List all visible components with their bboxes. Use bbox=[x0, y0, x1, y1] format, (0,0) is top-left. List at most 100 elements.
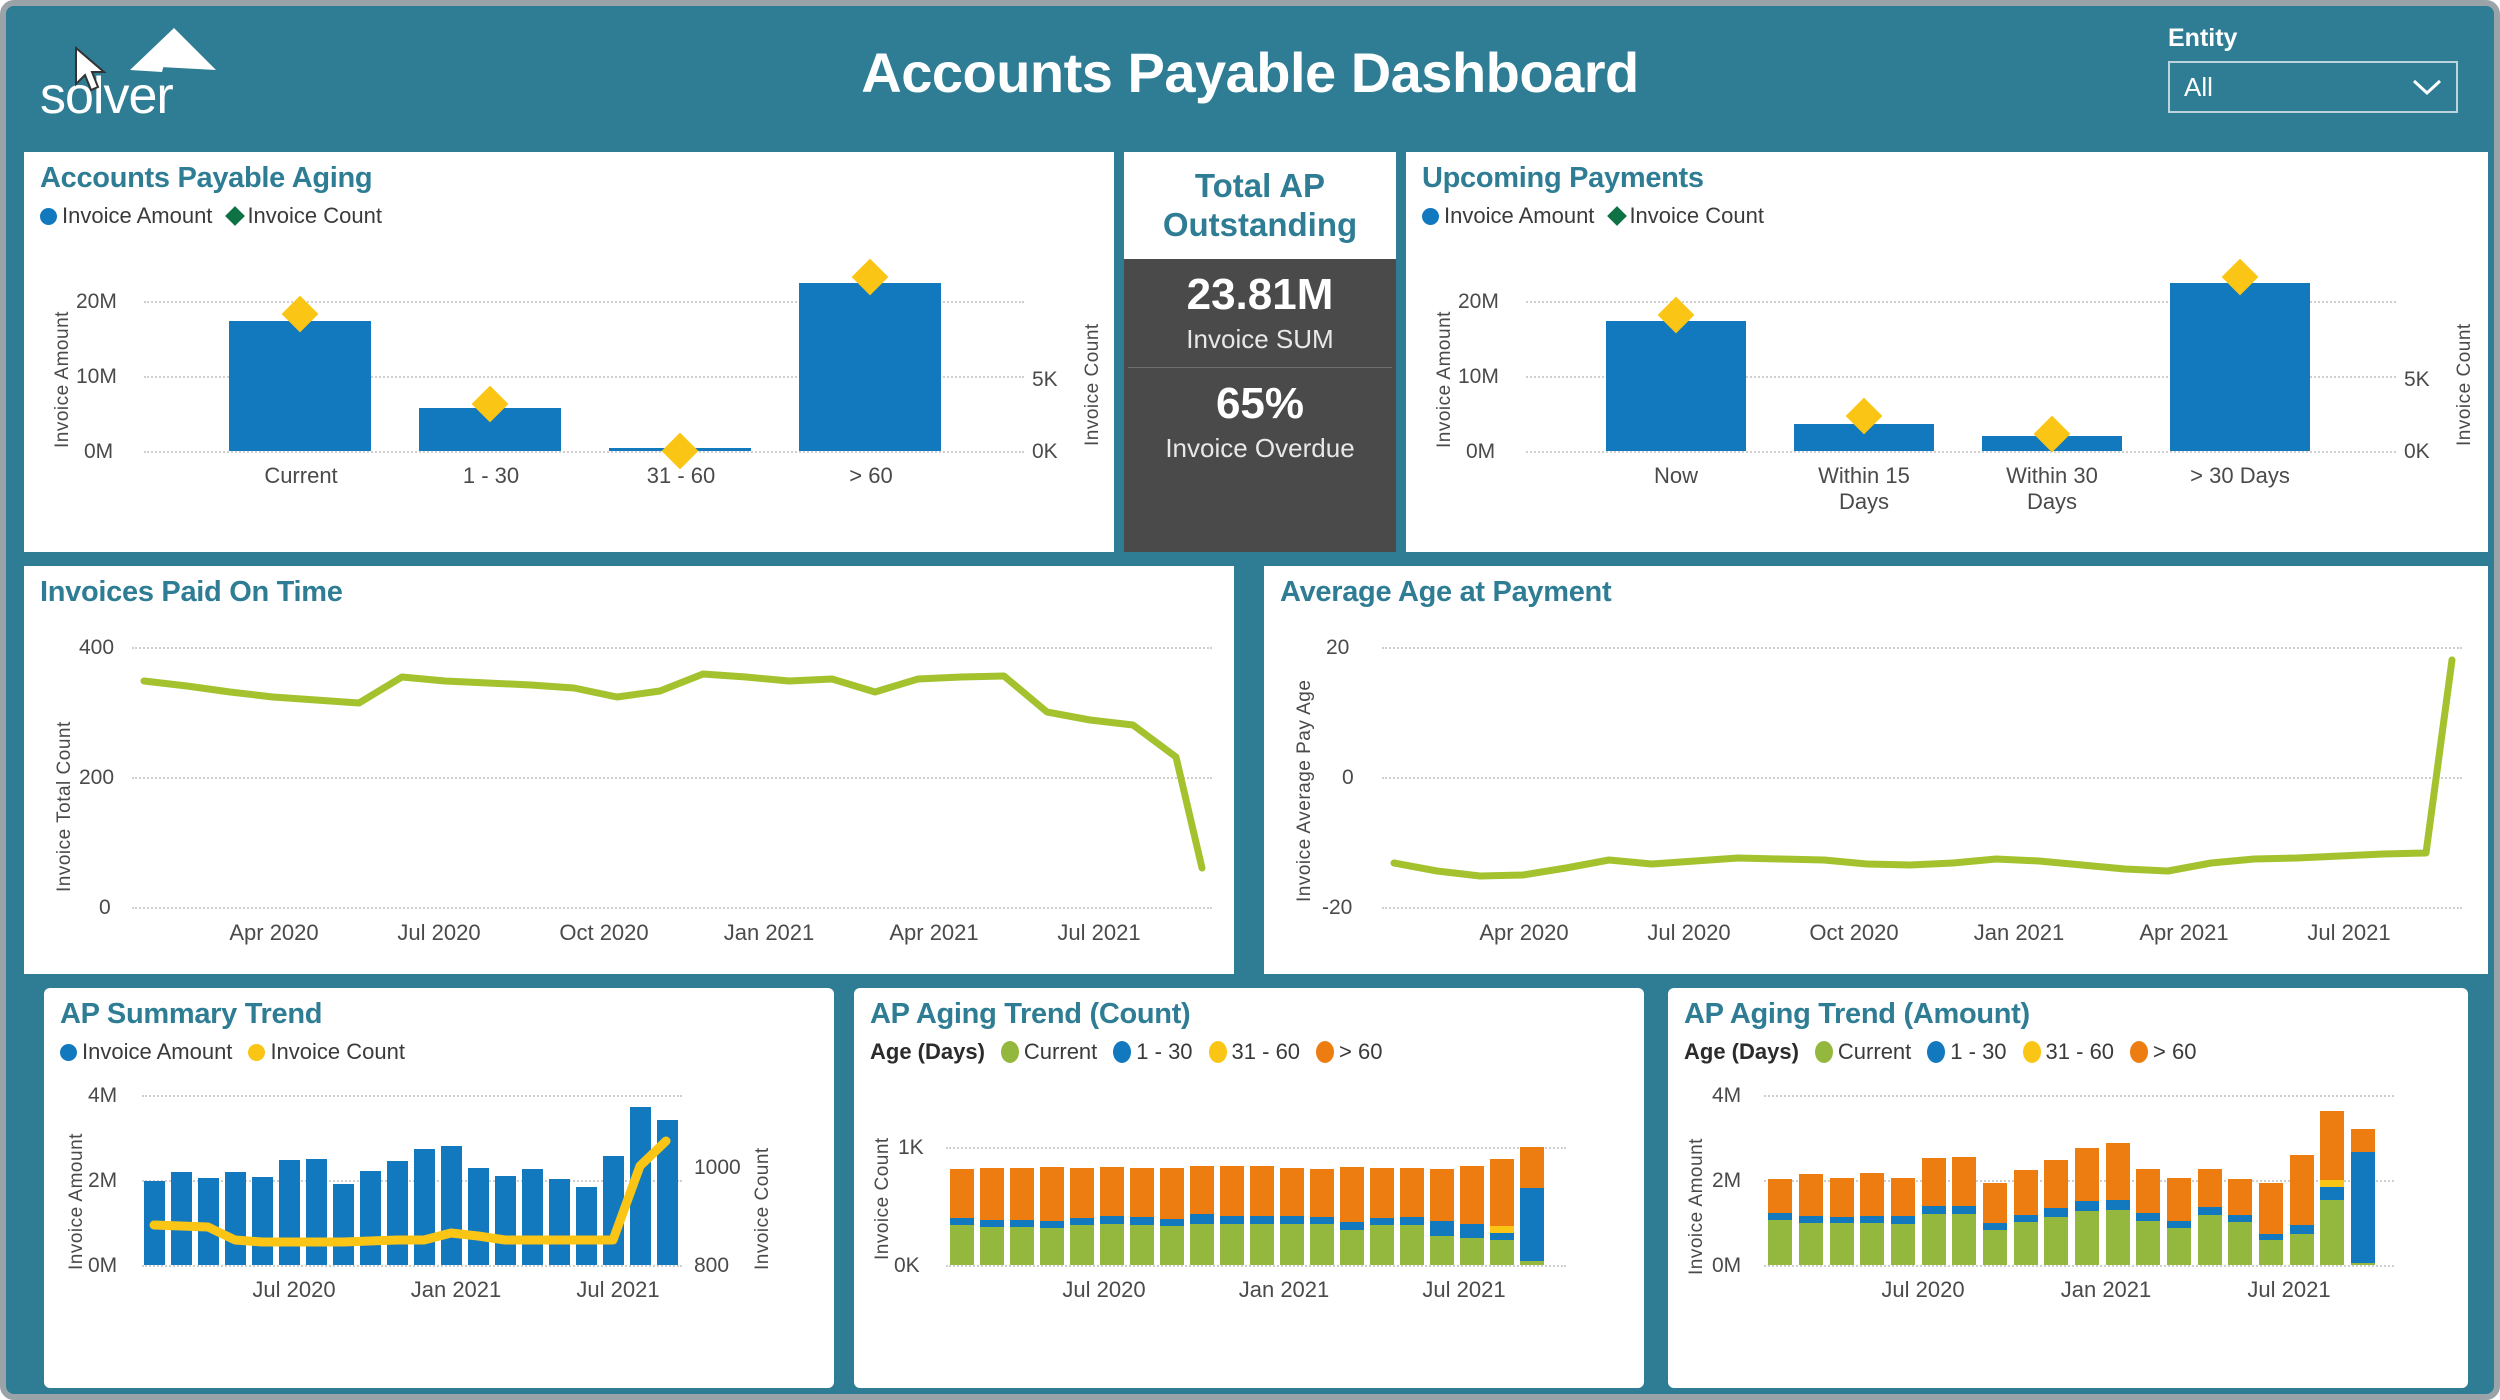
stacked-bar[interactable] bbox=[1220, 1166, 1244, 1265]
chart-ap-aging-trend-count[interactable]: Invoice Count 1K 0K bbox=[854, 1070, 1644, 1388]
x-tick-within-30-days: Within 30 Days bbox=[1982, 463, 2122, 515]
stacked-bar[interactable] bbox=[1160, 1168, 1184, 1265]
x-tick-1-30: 1 - 30 bbox=[420, 463, 562, 489]
stacked-bar[interactable] bbox=[2351, 1129, 2375, 1265]
kpi-label-invoice-overdue: Invoice Overdue bbox=[1165, 433, 1354, 464]
y-tick-200: 200 bbox=[79, 766, 114, 790]
y2-tick-800: 800 bbox=[694, 1254, 729, 1278]
bar-now[interactable] bbox=[1606, 321, 1746, 451]
stacked-bar[interactable] bbox=[1830, 1178, 1854, 1265]
legend-marker-current-icon bbox=[1001, 1041, 1019, 1063]
chart-upcoming-payments[interactable]: Invoice Amount 20M 10M 0M Now Within 15 … bbox=[1406, 248, 2488, 548]
stacked-bar[interactable] bbox=[2290, 1155, 2314, 1265]
stacked-bar[interactable] bbox=[980, 1168, 1004, 1265]
y-tick-4M: 4M bbox=[88, 1084, 117, 1108]
legend-label-current: Current bbox=[1024, 1039, 1097, 1065]
stacked-bar[interactable] bbox=[1130, 1168, 1154, 1265]
y-tick-2M: 2M bbox=[88, 1169, 117, 1193]
legend-marker-1-30-icon bbox=[1113, 1041, 1131, 1063]
chart-ap-summary-trend[interactable]: Invoice Amount 4M 2M 0M bbox=[44, 1070, 834, 1388]
bar-over-30-days[interactable] bbox=[2170, 283, 2310, 451]
x-tick-jan-2021: Jan 2021 bbox=[1214, 1277, 1354, 1303]
stacked-bar[interactable] bbox=[2044, 1160, 2068, 1265]
legend-marker-invoice-count-icon bbox=[248, 1044, 265, 1061]
stacked-bar[interactable] bbox=[1891, 1178, 1915, 1265]
legend-label-31-60: 31 - 60 bbox=[2046, 1039, 2115, 1065]
stacked-bar[interactable] bbox=[1768, 1179, 1792, 1265]
stacked-bar[interactable] bbox=[1190, 1166, 1214, 1265]
bar-current[interactable] bbox=[229, 321, 371, 451]
kpi-metric-invoice-sum: 23.81M Invoice SUM bbox=[1124, 259, 1396, 367]
y-axis-label-invoice-count: Invoice Count bbox=[872, 1130, 894, 1260]
x-tick-apr-2021: Apr 2021 bbox=[854, 920, 1014, 946]
x-tick-jul-2021: Jul 2021 bbox=[2269, 920, 2429, 946]
stacked-bar[interactable] bbox=[2106, 1143, 2130, 1265]
chart-invoices-paid-on-time[interactable]: Invoice Total Count 400 200 0 Apr 2020 J… bbox=[24, 612, 1234, 974]
x-tick-apr-2021: Apr 2021 bbox=[2104, 920, 2264, 946]
y-axis-label-invoice-amount: Invoice Amount bbox=[66, 1120, 88, 1270]
panel-upcoming-payments: Upcoming Payments Invoice Amount Invoice… bbox=[1406, 152, 2488, 552]
legend-marker-invoice-count-icon bbox=[1608, 206, 1628, 226]
stacked-bar[interactable] bbox=[1922, 1158, 1946, 1265]
stacked-bar[interactable] bbox=[2228, 1179, 2252, 1265]
stacked-bar[interactable] bbox=[1860, 1173, 1884, 1265]
x-tick-jul-2021: Jul 2021 bbox=[1019, 920, 1179, 946]
stacked-bar[interactable] bbox=[1010, 1168, 1034, 1265]
legend-label-invoice-count: Invoice Count bbox=[1629, 203, 1764, 229]
entity-selected-value: All bbox=[2184, 72, 2213, 103]
stacked-bar[interactable] bbox=[1280, 1168, 1304, 1265]
stacked-bar[interactable] bbox=[1070, 1168, 1094, 1265]
y-tick-0: 0 bbox=[1342, 766, 1354, 790]
stacked-bar[interactable] bbox=[2075, 1148, 2099, 1265]
legend-marker-invoice-amount-icon bbox=[40, 208, 57, 225]
stacked-bar[interactable] bbox=[1490, 1159, 1514, 1265]
stacked-bar[interactable] bbox=[1310, 1169, 1334, 1265]
stacked-bar[interactable] bbox=[2014, 1170, 2038, 1265]
x-tick-jul-2021: Jul 2021 bbox=[2219, 1277, 2359, 1303]
stacked-bar[interactable] bbox=[1430, 1169, 1454, 1265]
chevron-down-icon bbox=[2412, 78, 2442, 96]
stacked-bar[interactable] bbox=[1400, 1168, 1424, 1265]
panel-ap-summary-trend: AP Summary Trend Invoice Amount Invoice … bbox=[44, 988, 834, 1388]
kpi-label-invoice-sum: Invoice SUM bbox=[1186, 324, 1333, 355]
stacked-bar[interactable] bbox=[1040, 1167, 1064, 1265]
bar-over-60[interactable] bbox=[799, 283, 941, 451]
stacked-bar[interactable] bbox=[2259, 1183, 2283, 1265]
y-axis-label-invoice-amount: Invoice Amount bbox=[1434, 288, 1456, 448]
stacked-bar[interactable] bbox=[1520, 1147, 1544, 1265]
y-tick-0: 0 bbox=[99, 896, 111, 920]
stacked-bar[interactable] bbox=[2198, 1169, 2222, 1265]
y-axis-label-invoice-amount: Invoice Amount bbox=[52, 288, 74, 448]
y2-axis-label-invoice-count: Invoice Count bbox=[2454, 296, 2476, 446]
kpi-metric-invoice-overdue: 65% Invoice Overdue bbox=[1124, 368, 1396, 476]
stacked-bar[interactable] bbox=[1340, 1167, 1364, 1265]
panel-average-age-at-payment: Average Age at Payment Invoice Average P… bbox=[1264, 566, 2488, 974]
x-tick-jul-2020: Jul 2020 bbox=[1853, 1277, 1993, 1303]
stacked-bar[interactable] bbox=[2136, 1169, 2160, 1265]
y-axis-label-invoice-amount: Invoice Amount bbox=[1686, 1125, 1708, 1275]
chart-ap-aging-trend-amount[interactable]: Invoice Amount 4M 2M 0M bbox=[1668, 1070, 2468, 1388]
stacked-bar[interactable] bbox=[1952, 1157, 1976, 1265]
y-tick-20: 20 bbox=[1326, 636, 1349, 660]
stacked-bar[interactable] bbox=[1250, 1166, 1274, 1265]
line-series-invoice-total-count bbox=[132, 612, 1212, 912]
chart-ap-aging[interactable]: Invoice Amount 20M 10M 0M Current 1 - 30… bbox=[24, 248, 1114, 548]
stacked-bar[interactable] bbox=[2320, 1111, 2344, 1265]
line-series-invoice-average-pay-age bbox=[1382, 612, 2462, 912]
kpi-value-invoice-sum: 23.81M bbox=[1187, 271, 1334, 319]
stacked-bar[interactable] bbox=[1460, 1166, 1484, 1265]
stacked-bar[interactable] bbox=[1100, 1167, 1124, 1265]
legend-label-over-60: > 60 bbox=[1339, 1039, 1382, 1065]
chart-average-age-at-payment[interactable]: Invoice Average Pay Age 20 0 -20 Apr 202… bbox=[1264, 612, 2488, 974]
x-tick-now: Now bbox=[1606, 463, 1746, 489]
stacked-bar[interactable] bbox=[1370, 1168, 1394, 1265]
gridline bbox=[1764, 1265, 2394, 1267]
stacked-bar[interactable] bbox=[1983, 1183, 2007, 1265]
stacked-bar[interactable] bbox=[2167, 1178, 2191, 1265]
x-tick-jul-2020: Jul 2020 bbox=[224, 1277, 364, 1303]
stacked-bar[interactable] bbox=[1799, 1174, 1823, 1265]
stacked-bar[interactable] bbox=[950, 1169, 974, 1265]
kpi-card-total-ap-outstanding[interactable]: Total AP Outstanding 23.81M Invoice SUM … bbox=[1124, 152, 1396, 552]
entity-select[interactable]: All bbox=[2168, 61, 2458, 113]
x-tick-over-30-days: > 30 Days bbox=[2170, 463, 2310, 489]
